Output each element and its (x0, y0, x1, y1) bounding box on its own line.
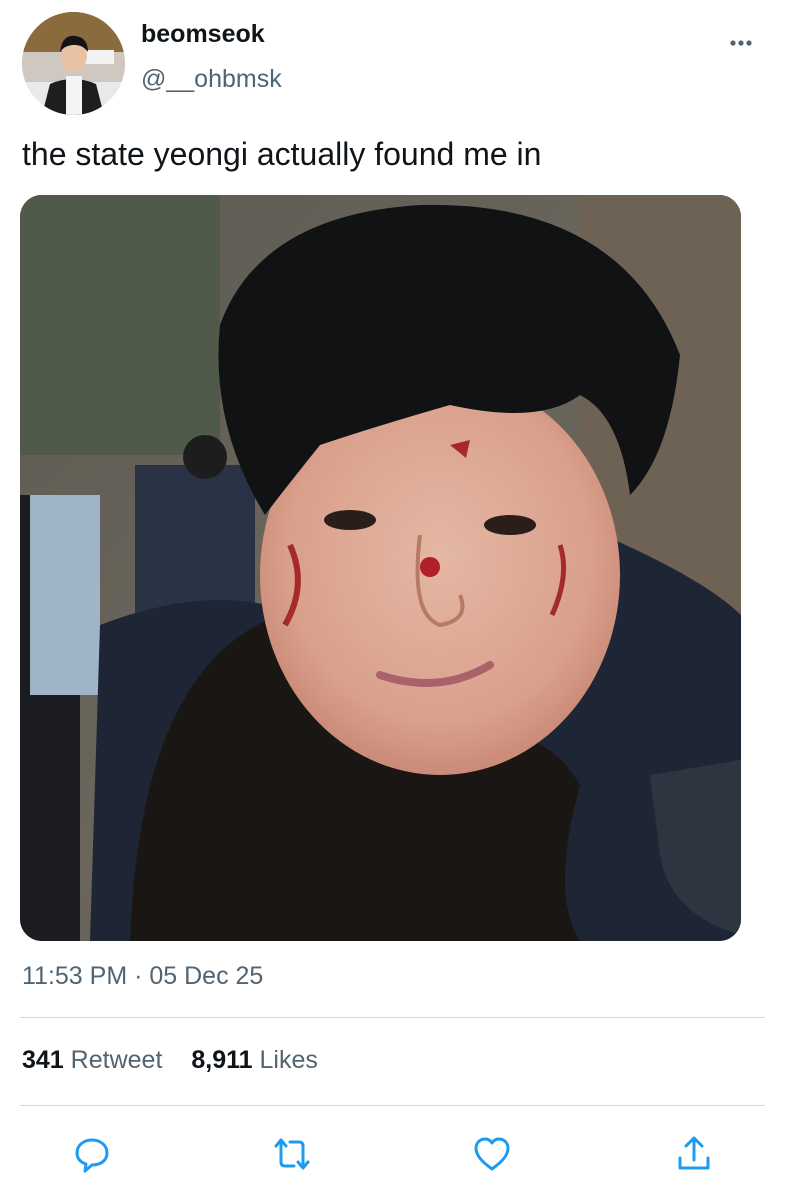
share-button[interactable] (672, 1132, 716, 1176)
divider (20, 1105, 765, 1106)
heart-icon (474, 1137, 510, 1171)
reply-button[interactable] (70, 1132, 114, 1176)
tweet-text: the state yeongi actually found me in (22, 136, 542, 172)
tweet-image[interactable] (20, 195, 741, 941)
avatar[interactable] (22, 12, 125, 115)
speech-bubble-icon (75, 1138, 109, 1173)
retweets-stat[interactable]: 341 Retweet (22, 1046, 162, 1075)
like-button[interactable] (470, 1132, 514, 1176)
likes-count: 8,911 (191, 1046, 253, 1074)
engagement-stats: 341 Retweet 8,911 Likes (22, 1046, 318, 1075)
avatar-photo (22, 12, 125, 115)
more-dots-icon (730, 40, 752, 46)
retweets-label: Retweet (70, 1046, 163, 1074)
likes-label: Likes (259, 1046, 318, 1074)
tweet-timestamp[interactable]: 11:53 PM · 05 Dec 25 (22, 962, 263, 991)
more-options-button[interactable] (724, 28, 758, 58)
photo-smiling-man (20, 195, 741, 941)
divider (20, 1017, 765, 1018)
display-name[interactable]: beomseok (141, 20, 265, 49)
retweets-count: 341 (22, 1046, 64, 1074)
likes-stat[interactable]: 8,911 Likes (191, 1046, 318, 1075)
share-upload-icon (678, 1136, 710, 1170)
user-handle[interactable]: @__ohbmsk (141, 65, 282, 94)
retweet-button[interactable] (270, 1132, 314, 1176)
retweet-arrows-icon (274, 1138, 310, 1170)
